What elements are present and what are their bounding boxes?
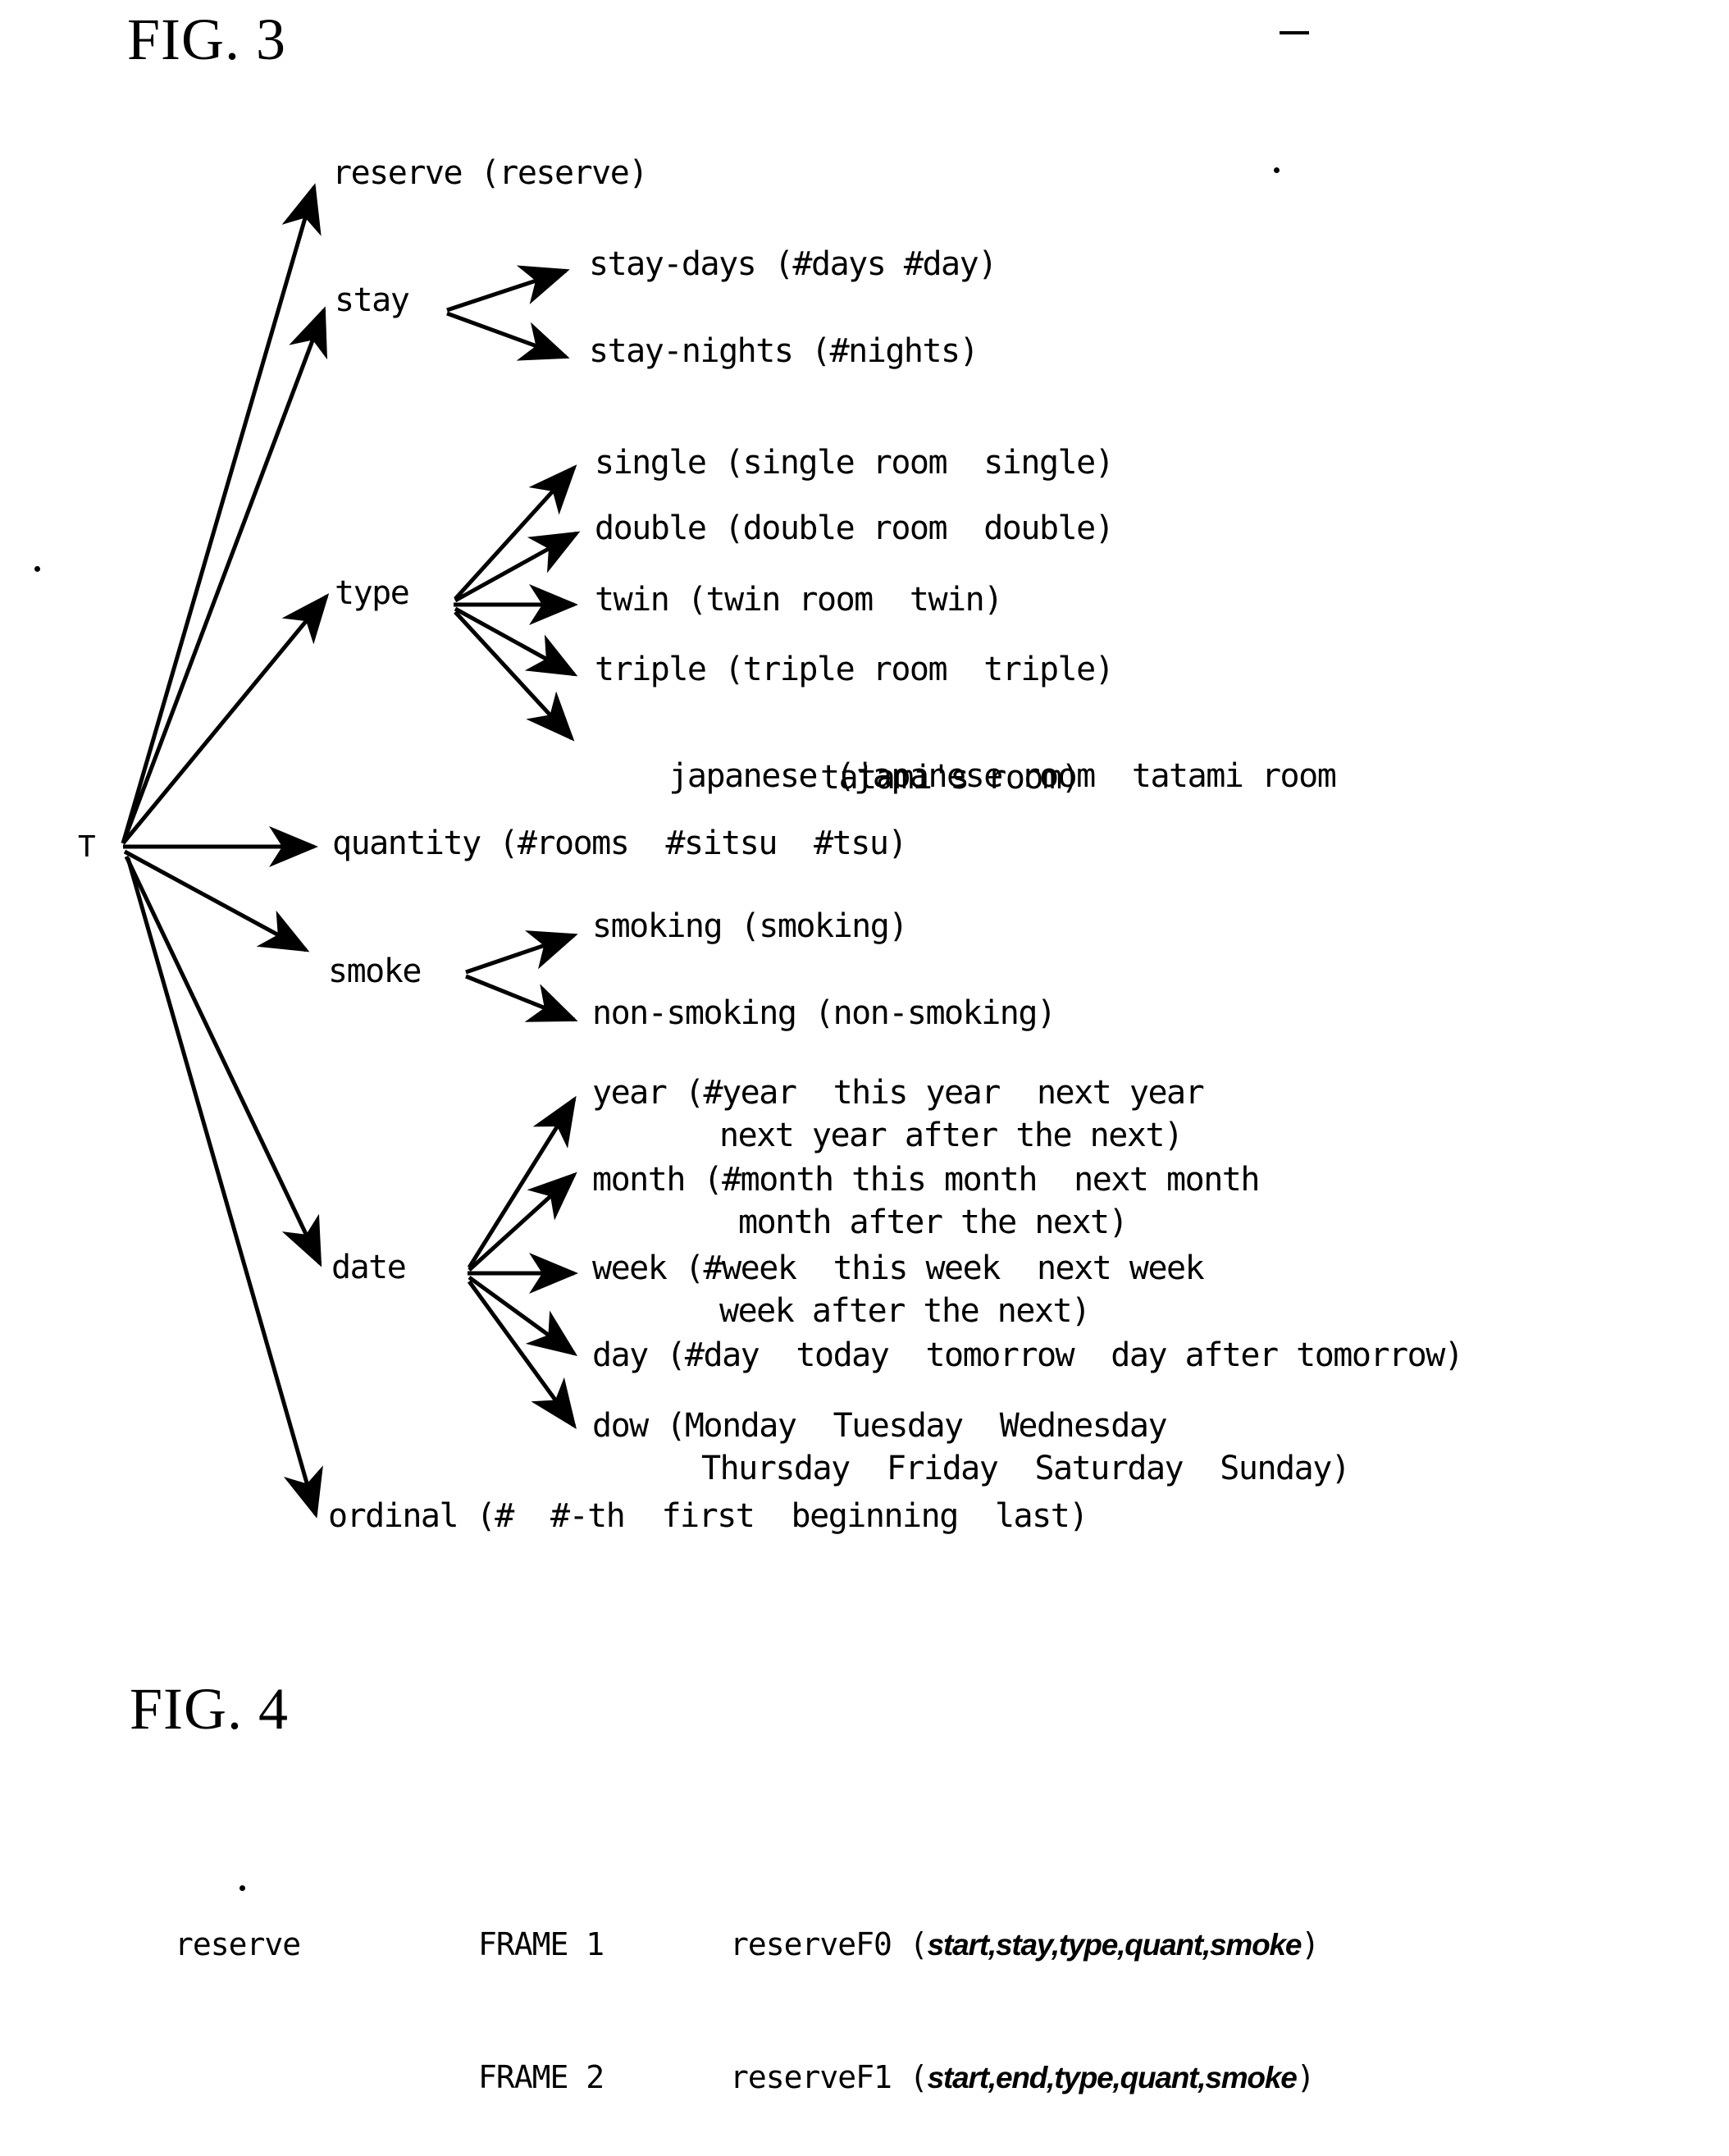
edge-root-date xyxy=(124,855,322,1268)
scan-speck xyxy=(34,566,40,572)
node-type-twin: twin (twin room twin) xyxy=(595,581,1003,619)
edge-smoke-smoking xyxy=(465,930,578,975)
node-date-year-line1: year (#year this year next year xyxy=(592,1074,1205,1112)
node-date-month-line2: month after the next) xyxy=(738,1204,1129,1241)
node-type-japanese-line2: tatami's room) xyxy=(820,759,1081,797)
edge-date-dow xyxy=(467,1280,577,1430)
node-reserve: reserve (reserve) xyxy=(332,154,648,192)
node-stay: stay xyxy=(335,281,410,319)
node-type-single: single (single room single) xyxy=(595,444,1115,482)
fig4-row1-expression: reserveF0 (start,stay,type,quant,smoke) xyxy=(730,1926,1320,1962)
node-date-month-line1: month (#month this month next month xyxy=(592,1161,1260,1199)
fig4-row2-close: ) xyxy=(1296,2059,1316,2095)
node-smoke-smoking: smoking (smoking) xyxy=(592,907,908,945)
scan-speck xyxy=(1274,167,1280,173)
edge-stay-nights xyxy=(446,311,570,361)
fig4-row1-close: ) xyxy=(1301,1926,1320,1962)
edge-root-smoke xyxy=(123,849,310,952)
fig4-row1-frame: FRAME 1 xyxy=(478,1926,604,1962)
fig4-row2-frame: FRAME 2 xyxy=(478,2059,604,2095)
edge-root-type xyxy=(121,593,330,845)
fig4-row2-params: start,end,type,quant,smoke xyxy=(927,2061,1298,2094)
edge-date-year xyxy=(467,1095,577,1269)
fig4-row1-concept: reserve xyxy=(175,1926,301,1962)
edge-type-japanese xyxy=(454,610,575,742)
edge-root-ordinal xyxy=(125,857,323,1519)
node-type-triple: triple (triple room triple) xyxy=(595,651,1115,688)
node-root-T: T xyxy=(78,830,96,864)
node-type-double: double (double room double) xyxy=(595,509,1115,547)
node-quantity: quantity (#rooms #sitsu #tsu) xyxy=(332,824,908,862)
fig4-row2-func: reserveF1 ( xyxy=(730,2059,928,2095)
edge-smoke-nonsmoking xyxy=(465,974,578,1022)
edge-type-triple xyxy=(454,606,578,677)
node-date-day: day (#day today tomorrow day after tomor… xyxy=(592,1336,1464,1374)
node-smoke: smoke xyxy=(328,952,422,990)
node-stay-days: stay-days (#days #day) xyxy=(589,245,997,283)
scan-speck xyxy=(240,1885,245,1891)
node-ordinal: ordinal (# #-th first beginning last) xyxy=(328,1497,1088,1535)
edge-type-double xyxy=(454,531,581,603)
node-smoke-non-smoking: non-smoking (non-smoking) xyxy=(592,994,1056,1032)
fig4-row2-expression: reserveF1 (start,end,type,quant,smoke) xyxy=(730,2059,1316,2095)
scan-speck xyxy=(1280,31,1309,34)
figure-4-title: FIG. 4 xyxy=(130,1676,290,1742)
node-date-dow-line1: dow (Monday Tuesday Wednesday xyxy=(592,1407,1168,1445)
edge-root-stay xyxy=(121,306,327,844)
fig4-row1-func: reserveF0 ( xyxy=(730,1926,928,1962)
fig4-row1-params: start,stay,type,quant,smoke xyxy=(927,1928,1302,1962)
node-date: date xyxy=(331,1249,407,1286)
node-type: type xyxy=(335,574,410,612)
node-stay-nights: stay-nights (#nights) xyxy=(589,332,979,370)
patent-figure-page: FIG. 3 T reserve (reserve) stay stay-day… xyxy=(0,0,1729,2156)
edge-type-single xyxy=(454,464,577,601)
edge-date-month xyxy=(468,1172,577,1272)
node-date-week-line2: week after the next) xyxy=(719,1292,1091,1330)
edge-stay-days xyxy=(446,265,570,313)
edge-date-day xyxy=(468,1275,578,1356)
figure-3-title: FIG. 3 xyxy=(127,7,287,72)
node-date-week-line1: week (#week this week next week xyxy=(592,1249,1205,1287)
node-date-dow-line2: Thursday Friday Saturday Sunday) xyxy=(701,1450,1351,1487)
node-date-year-line2: next year after the next) xyxy=(719,1117,1184,1154)
edge-root-reserve xyxy=(121,183,322,844)
